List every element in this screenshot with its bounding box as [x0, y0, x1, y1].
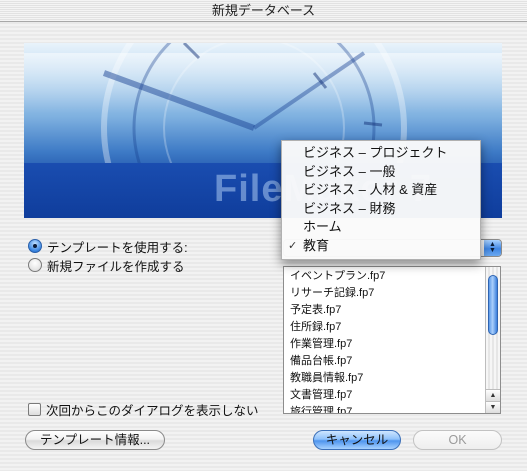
dont-show-option[interactable]: 次回からこのダイアログを表示しない — [28, 401, 259, 418]
new-file-label: 新規ファイルを作成する — [47, 259, 185, 274]
updown-arrows-icon: ▲ ▼ — [484, 240, 501, 256]
window-title: 新規データベース — [0, 0, 527, 22]
dont-show-checkbox[interactable] — [28, 402, 41, 416]
scroll-up-arrow-icon[interactable]: ▲ — [486, 389, 500, 401]
use-template-radio[interactable] — [28, 239, 42, 253]
list-item[interactable]: 旅行管理.fp7 — [284, 404, 500, 413]
scroll-thumb[interactable] — [488, 275, 498, 335]
new-file-option[interactable]: 新規ファイルを作成する — [28, 257, 185, 274]
category-menu: ビジネス – プロジェクト ビジネス – 一般 ビジネス – 人材 & 資産 ビ… — [281, 140, 481, 260]
list-item[interactable]: 備品台帳.fp7 — [284, 353, 500, 370]
template-list[interactable]: イベントプラン.fp7 リサーチ記録.fp7 予定表.fp7 住所録.fp7 作… — [283, 266, 501, 414]
list-item[interactable]: 住所録.fp7 — [284, 319, 500, 336]
menu-item-label: ビジネス – プロジェクト — [303, 145, 448, 160]
list-item[interactable]: 文書管理.fp7 — [284, 387, 500, 404]
list-item[interactable]: 教職員情報.fp7 — [284, 370, 500, 387]
menu-item-education[interactable]: ✓ 教育 — [282, 237, 480, 256]
menu-item-label: ビジネス – 財務 — [303, 200, 396, 216]
dont-show-label: 次回からこのダイアログを表示しない — [46, 403, 259, 418]
ok-button[interactable]: OK — [413, 430, 502, 450]
menu-item-business-finance[interactable]: ビジネス – 財務 — [282, 200, 480, 219]
list-item[interactable]: 作業管理.fp7 — [284, 336, 500, 353]
menu-item-business-hr-assets[interactable]: ビジネス – 人材 & 資産 — [282, 181, 480, 200]
menu-item-label: ビジネス – 一般 — [303, 163, 396, 179]
list-item[interactable]: イベントプラン.fp7 — [284, 268, 500, 285]
menu-item-label: ビジネス – 人材 & 資産 — [303, 182, 438, 198]
template-info-button[interactable]: テンプレート情報... — [25, 430, 165, 450]
checkmark-icon: ✓ — [288, 239, 298, 252]
new-database-dialog: 新規データベース FileMaker 7 テンプレートを使用する: 新規ファイル… — [0, 0, 527, 471]
menu-item-label: ホーム — [303, 219, 342, 235]
new-file-radio[interactable] — [28, 258, 42, 272]
menu-item-business-project[interactable]: ビジネス – プロジェクト — [282, 144, 480, 163]
scroll-down-arrow-icon[interactable]: ▼ — [486, 401, 500, 413]
list-scrollbar[interactable]: ▲ ▼ — [485, 267, 500, 413]
cancel-button[interactable]: キャンセル — [313, 430, 401, 450]
use-template-option[interactable]: テンプレートを使用する: — [28, 238, 188, 255]
menu-item-home[interactable]: ホーム — [282, 218, 480, 237]
use-template-label: テンプレートを使用する: — [47, 240, 188, 255]
list-item[interactable]: 予定表.fp7 — [284, 302, 500, 319]
list-item[interactable]: リサーチ記録.fp7 — [284, 285, 500, 302]
menu-item-label: 教育 — [303, 237, 330, 253]
menu-item-business-general[interactable]: ビジネス – 一般 — [282, 163, 480, 182]
